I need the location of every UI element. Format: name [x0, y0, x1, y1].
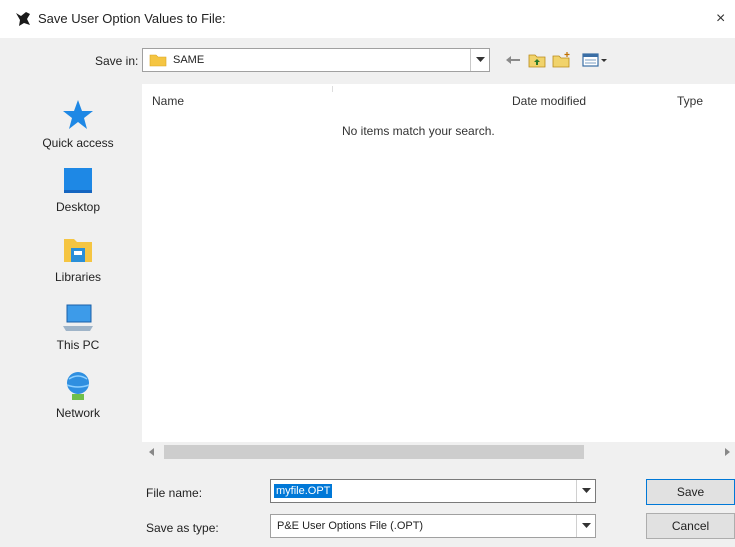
view-menu-button[interactable]: [580, 50, 610, 70]
place-label: This PC: [56, 338, 100, 352]
desktop-icon: [64, 168, 92, 193]
new-folder-button[interactable]: [550, 50, 574, 70]
cancel-button[interactable]: Cancel: [646, 513, 735, 539]
save-as-type-dropdown[interactable]: P&E User Options File (.OPT): [270, 514, 596, 538]
place-this-pc[interactable]: This PC: [22, 302, 134, 352]
save-button[interactable]: Save: [646, 479, 735, 505]
computer-icon: [63, 304, 93, 331]
window-title: Save User Option Values to File:: [38, 11, 226, 26]
new-folder-icon: [552, 52, 570, 68]
up-folder-icon: [528, 54, 546, 68]
place-libraries[interactable]: Libraries: [22, 234, 134, 284]
folder-icon: [149, 54, 167, 67]
save-as-type-label: Save as type:: [146, 521, 219, 535]
scroll-right-icon[interactable]: [719, 442, 735, 462]
network-icon: [66, 372, 90, 400]
place-network[interactable]: Network: [22, 370, 134, 420]
save-as-type-value: P&E User Options File (.OPT): [277, 520, 424, 532]
save-in-value: SAME: [173, 54, 205, 66]
scroll-left-icon[interactable]: [142, 442, 162, 462]
place-label: Libraries: [54, 270, 102, 284]
up-folder-button[interactable]: [526, 50, 548, 70]
libraries-icon: [64, 239, 92, 262]
close-button[interactable]: ×: [716, 8, 735, 30]
chevron-down-icon[interactable]: [576, 515, 595, 537]
scrollbar-thumb[interactable]: [164, 445, 584, 459]
place-label: Desktop: [55, 200, 101, 214]
back-arrow-icon: [506, 56, 520, 64]
column-header-type[interactable]: Type: [677, 94, 703, 108]
place-desktop[interactable]: Desktop: [22, 166, 134, 214]
place-label: Quick access: [42, 136, 114, 150]
view-menu-icon: [582, 53, 607, 67]
file-name-label: File name:: [146, 486, 203, 500]
place-label: Network: [55, 406, 100, 420]
file-list[interactable]: Name Date modified Type No items match y…: [142, 84, 735, 442]
places-bar: Quick access Desktop Libraries This PC N…: [22, 84, 134, 464]
place-quick-access[interactable]: Quick access: [22, 98, 134, 150]
title-bar: Save User Option Values to File: ×: [0, 0, 735, 38]
empty-message: No items match your search.: [342, 124, 495, 138]
file-name-field[interactable]: myfile.OPT: [270, 479, 596, 503]
star-icon: [63, 100, 93, 129]
chevron-down-icon[interactable]: [470, 49, 489, 71]
app-logo-icon: [16, 12, 30, 26]
back-button[interactable]: [502, 50, 524, 70]
save-in-dropdown[interactable]: SAME: [142, 48, 490, 72]
save-in-label: Save in:: [95, 54, 139, 68]
file-name-value[interactable]: myfile.OPT: [274, 484, 333, 498]
column-header-name[interactable]: Name: [152, 94, 184, 108]
horizontal-scrollbar[interactable]: [142, 442, 735, 462]
column-header-date-modified[interactable]: Date modified: [512, 94, 586, 108]
column-sort-indicator: [332, 86, 333, 92]
chevron-down-icon[interactable]: [576, 480, 595, 502]
